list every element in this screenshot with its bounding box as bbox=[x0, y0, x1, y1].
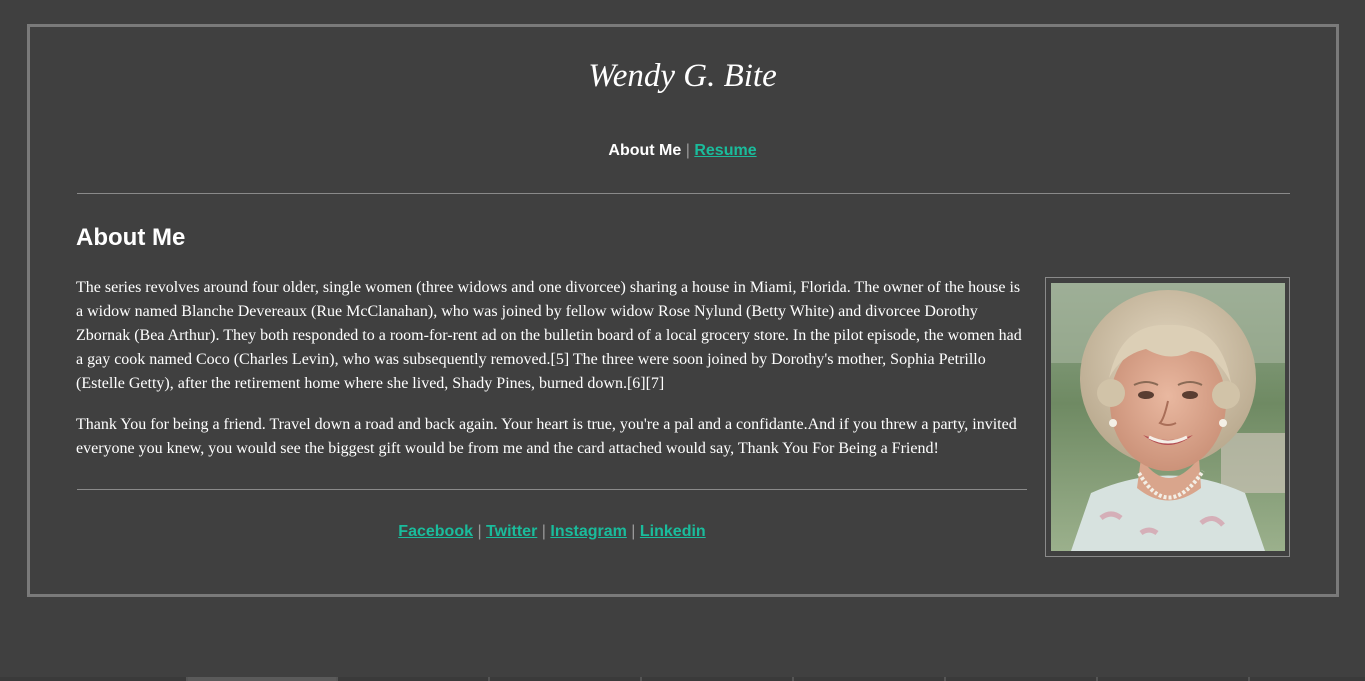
section-heading: About Me bbox=[76, 224, 186, 251]
footer-divider bbox=[77, 489, 1027, 490]
social-link-facebook[interactable]: Facebook bbox=[398, 523, 473, 540]
social-link-instagram[interactable]: Instagram bbox=[550, 523, 626, 540]
about-paragraph-2: Thank You for being a friend. Travel dow… bbox=[76, 416, 1017, 457]
social-link-linkedin[interactable]: Linkedin bbox=[640, 523, 706, 540]
nav-current-about-me: About Me bbox=[608, 142, 682, 159]
about-content: The series revolves around four older, s… bbox=[76, 276, 1031, 478]
social-separator: | bbox=[541, 523, 546, 540]
social-separator: | bbox=[477, 523, 482, 540]
social-separator: | bbox=[631, 523, 636, 540]
site-title: Wendy G. Bite bbox=[588, 58, 777, 94]
about-paragraph-1: The series revolves around four older, s… bbox=[76, 279, 1022, 392]
header-divider bbox=[77, 193, 1290, 194]
top-nav: About Me | Resume bbox=[0, 141, 1365, 161]
social-links: Facebook | Twitter | Instagram | Linkedi… bbox=[77, 522, 1027, 542]
profile-photo bbox=[1051, 283, 1285, 551]
nav-link-resume[interactable]: Resume bbox=[694, 142, 756, 159]
taskbar-strip bbox=[0, 677, 1365, 681]
nav-separator: | bbox=[685, 142, 690, 159]
social-link-twitter[interactable]: Twitter bbox=[486, 523, 537, 540]
profile-photo-frame bbox=[1045, 277, 1290, 557]
